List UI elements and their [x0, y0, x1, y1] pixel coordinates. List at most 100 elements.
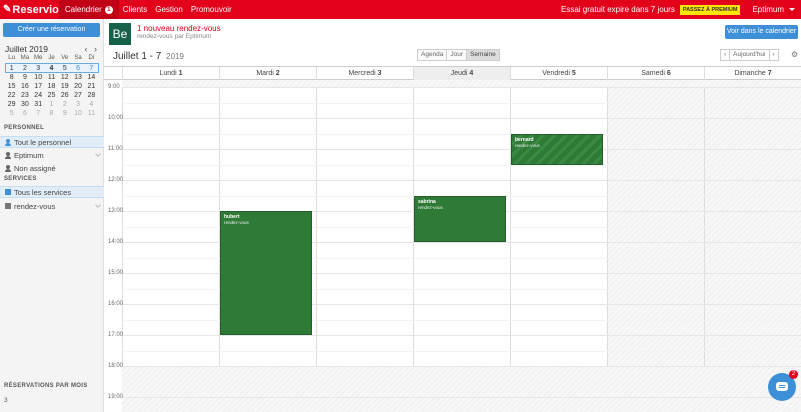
mini-calendar-day[interactable]: 21 [85, 82, 98, 91]
mini-calendar-day[interactable]: 22 [5, 91, 18, 100]
half-hour-line [122, 133, 801, 135]
mini-calendar-day[interactable]: 10 [32, 73, 45, 82]
day-header[interactable]: Vendredi 5 [510, 67, 607, 80]
mini-calendar-day[interactable]: 9 [18, 73, 31, 82]
mini-calendar-day[interactable]: 31 [32, 100, 45, 109]
nav-clients[interactable]: Clients [119, 0, 151, 19]
mini-calendar-day[interactable]: 9 [58, 109, 71, 118]
nav-gestion[interactable]: Gestion [151, 0, 187, 19]
mini-calendar-day[interactable]: 3 [71, 100, 84, 109]
mini-calendar-day[interactable]: 11 [85, 109, 98, 118]
day-column[interactable] [316, 80, 413, 412]
mini-calendar-day[interactable]: 7 [32, 109, 45, 118]
notification-badge: 1 [104, 5, 113, 14]
mini-calendar-day[interactable]: 19 [58, 82, 71, 91]
weekday-label: Ma [20, 55, 30, 61]
hour-line [122, 118, 801, 119]
mini-calendar-day[interactable]: 27 [71, 91, 84, 100]
tab-jour[interactable]: Jour [447, 50, 468, 60]
brand-logo[interactable]: ✎ Reservio [0, 0, 59, 19]
day-header[interactable]: Mardi 2 [219, 67, 316, 80]
nav-promouvoir[interactable]: Promouvoir [187, 0, 236, 19]
hour-label: 11:00 [108, 146, 123, 152]
mini-calendar-day[interactable]: 6 [18, 109, 31, 118]
mini-calendar-day[interactable]: 2 [18, 64, 31, 73]
mini-calendar-day[interactable]: 1 [5, 64, 18, 73]
mini-calendar-day[interactable]: 4 [85, 100, 98, 109]
staff-filter-eptimum[interactable]: Eptimum [0, 149, 104, 161]
mini-calendar-day[interactable]: 13 [71, 73, 84, 82]
staff-filter-unassigned[interactable]: Non assigné [0, 162, 104, 174]
chevron-down-icon[interactable] [95, 202, 101, 208]
chevron-down-icon [789, 8, 795, 11]
view-in-calendar-button[interactable]: Voir dans le calendrier [725, 25, 798, 39]
mini-calendar-day[interactable]: 30 [18, 100, 31, 109]
mini-calendar-day[interactable]: 7 [85, 64, 98, 73]
premium-button[interactable]: PASSEZ À PREMIUM [679, 4, 741, 15]
mini-calendar-day[interactable]: 11 [45, 73, 58, 82]
service-filter-all[interactable]: Tous les services [0, 186, 104, 198]
mini-calendar-day[interactable]: 26 [58, 91, 71, 100]
appointment-event[interactable]: sabrina rendez-vous [414, 195, 506, 242]
mini-calendar-day[interactable]: 16 [18, 82, 31, 91]
hour-label: 10:00 [108, 115, 124, 121]
tab-agenda[interactable]: Agenda [418, 50, 448, 60]
mini-calendar-day[interactable]: 2 [58, 100, 71, 109]
chevron-left-icon[interactable]: ‹ [721, 50, 731, 60]
day-header[interactable]: Jeudi 4 [413, 67, 510, 80]
appointment-event[interactable]: bernard rendez-vous [511, 133, 603, 165]
mini-calendar-day[interactable]: 15 [5, 82, 18, 91]
mini-calendar-day[interactable]: 24 [32, 91, 45, 100]
day-column[interactable] [413, 80, 510, 412]
mini-calendar-day[interactable]: 4 [45, 64, 58, 73]
staff-filter-all[interactable]: Tout le personnel [0, 136, 104, 148]
chat-icon [776, 382, 788, 391]
mini-calendar-day[interactable]: 5 [58, 64, 71, 73]
day-column[interactable] [510, 80, 607, 412]
day-header[interactable]: Lundi 1 [122, 67, 219, 80]
day-header[interactable]: Samedi 6 [607, 67, 704, 80]
day-column[interactable] [607, 80, 704, 412]
mini-calendar-day[interactable]: 8 [45, 109, 58, 118]
mini-calendar-nav[interactable]: ‹ › [85, 44, 100, 54]
notification-title[interactable]: 1 nouveau rendez-vous [137, 24, 221, 33]
mini-calendar-day[interactable]: 10 [71, 109, 84, 118]
mini-calendar-day[interactable]: 6 [71, 64, 84, 73]
day-header[interactable]: Dimanche 7 [704, 67, 801, 80]
chevron-down-icon[interactable] [95, 151, 101, 157]
appointment-event[interactable]: hubert rendez-vous [220, 211, 312, 335]
mini-calendar-day[interactable]: 5 [5, 109, 18, 118]
create-reservation-button[interactable]: Créer une réservation [3, 23, 100, 37]
event-service-name: rendez-vous [418, 204, 443, 210]
tab-semaine[interactable]: Semaine [467, 50, 499, 60]
hour-label: 19:00 [108, 394, 124, 400]
mini-calendar-day[interactable]: 1 [45, 100, 58, 109]
mini-calendar-day[interactable]: 23 [18, 91, 31, 100]
today-button[interactable]: Aujourd'hui [730, 50, 770, 60]
gear-icon[interactable]: ⚙ [791, 50, 798, 59]
day-column[interactable] [122, 80, 219, 412]
calendar-body[interactable]: 9:00 10:00 11:00 12:00 13:00 14:00 15:00 16:00 1… [104, 80, 801, 412]
mini-calendar-day[interactable]: 18 [45, 82, 58, 91]
mini-calendar-day[interactable]: 17 [32, 82, 45, 91]
logo-icon: ✎ [3, 4, 12, 15]
mini-calendar-day[interactable]: 8 [5, 73, 18, 82]
day-header[interactable]: Mercredi 3 [316, 67, 413, 80]
weekday-label: Di [88, 55, 95, 61]
day-name: Lundi [159, 70, 177, 77]
mini-calendar-day[interactable]: 3 [32, 64, 45, 73]
mini-calendar-day[interactable]: 29 [5, 100, 18, 109]
mini-calendar-day[interactable]: 14 [85, 73, 98, 82]
mini-calendar-day[interactable]: 25 [45, 91, 58, 100]
chevron-right-icon[interactable]: › [770, 50, 778, 60]
mini-calendar-header: Juillet 2019 ‹ › [5, 44, 99, 54]
day-number: 5 [571, 70, 576, 77]
nav-calendrier[interactable]: Calendrier 1 [58, 0, 119, 19]
user-menu[interactable]: Eptimum [752, 5, 795, 14]
mini-calendar-day[interactable]: 20 [71, 82, 84, 91]
mini-calendar-day[interactable]: 28 [85, 91, 98, 100]
service-filter-rendez-vous[interactable]: rendez-vous [0, 200, 104, 212]
mini-calendar-day[interactable]: 12 [58, 73, 71, 82]
day-column[interactable] [704, 80, 801, 412]
notification-subtitle: rendez-vous par Eptimum [137, 33, 212, 40]
